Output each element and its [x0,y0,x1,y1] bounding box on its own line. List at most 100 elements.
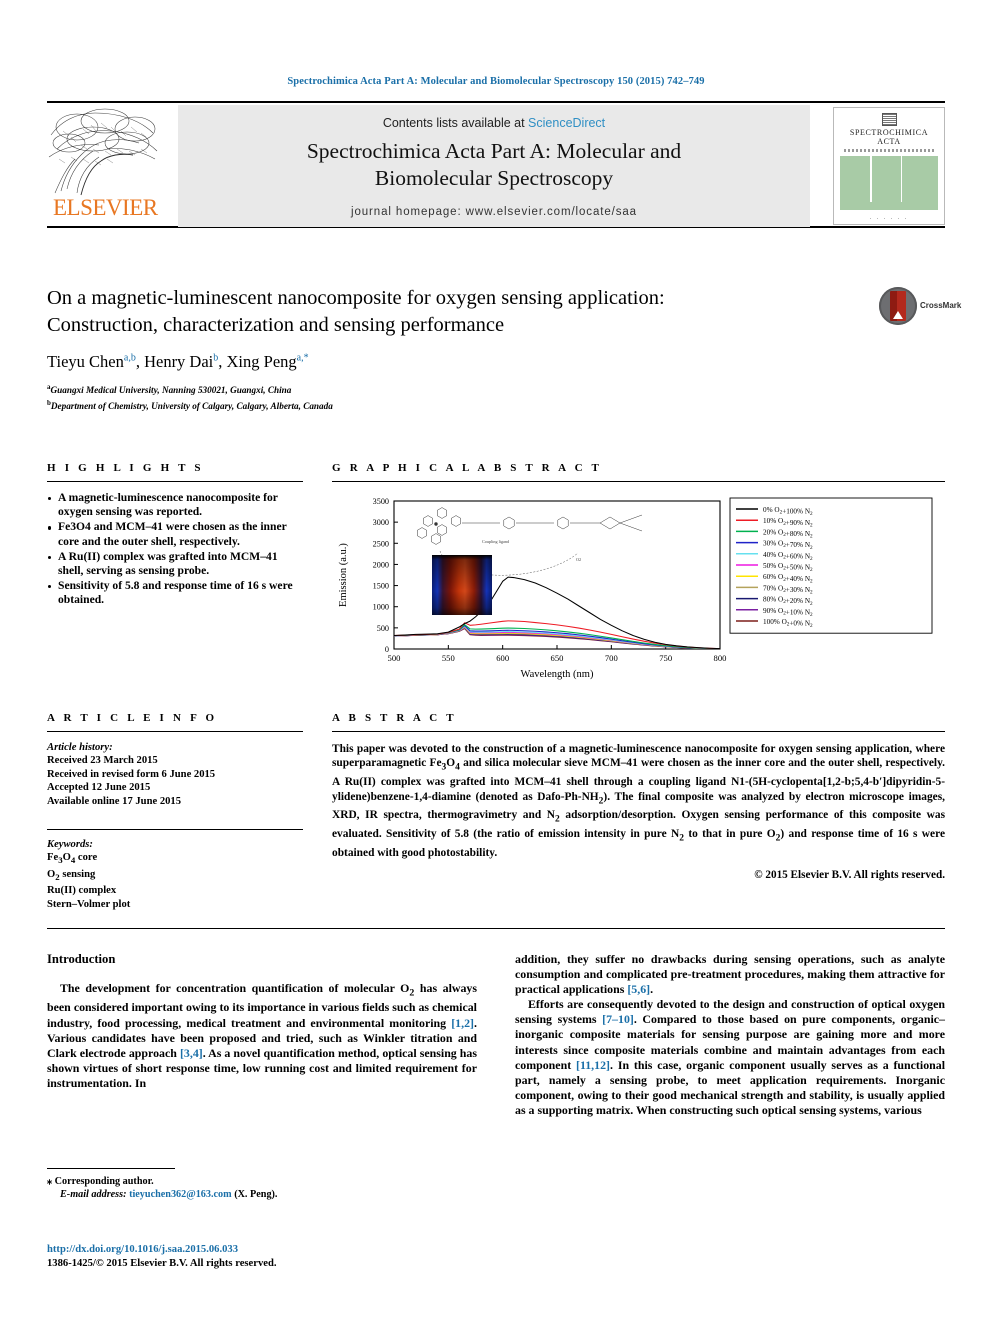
highlights-heading: H I G H L I G H T S [47,462,204,474]
author-list: Tieyu Chena,b, Henry Daib, Xing Penga,* [47,352,309,371]
keywords-block: Keywords: Fe3O4 core O2 sensing Ru(II) c… [47,820,303,911]
author-3-affil-marker: a,* [296,352,309,364]
journal-cover-thumbnail: SPECTROCHIMICA ACTA . . . . . . [833,107,945,225]
svg-text:500: 500 [388,653,401,663]
cover-artwork [840,156,938,210]
crossmark-icon [879,287,917,325]
journal-title-line1: Spectrochimica Acta Part A: Molecular an… [306,139,682,163]
title-block: On a magnetic-luminescent nanocomposite … [47,285,961,412]
keyword-3: Ru(II) complex [47,885,117,897]
abstract-heading: A B S T R A C T [332,712,457,724]
cover-header: SPECTROCHIMICA ACTA [840,113,938,152]
affiliation-b: bDepartment of Chemistry, University of … [47,397,945,413]
abstract-copyright: © 2015 Elsevier B.V. All rights reserved… [754,868,945,881]
crossmark-label: CrossMark [920,301,962,310]
doi-link[interactable]: http://dx.doi.org/10.1016/j.saa.2015.06.… [47,1243,477,1257]
author-2-affil-marker: b [213,352,219,364]
email-label: E-mail address: [60,1189,127,1201]
history-item-1: Received 23 March 2015 [47,755,158,767]
email-link[interactable]: tieyuchen362@163.com [129,1189,232,1200]
highlights-column: H I G H L I G H T S A magnetic-luminesce… [47,462,303,609]
crossmark-arrow-icon [893,311,903,319]
contents-line: Contents lists available at ScienceDirec… [178,116,810,130]
svg-text:O2: O2 [576,557,581,562]
highlight-text-2: Fe3O4 and MCM–41 were chosen as the inne… [58,520,287,548]
crossmark-badge[interactable]: CrossMark [879,287,961,327]
keyword-1: Fe3O4 core [47,852,98,866]
author-2[interactable]: Henry Daib [144,352,218,371]
doi-block: http://dx.doi.org/10.1016/j.saa.2015.06.… [47,1243,477,1271]
sciencedirect-link[interactable]: ScienceDirect [528,116,605,130]
affiliation-a: aGuangxi Medical University, Nanning 530… [47,381,945,397]
corresponding-marker: ⁎ [47,1176,53,1187]
highlights-rule [47,481,303,482]
list-item: Sensitivity of 5.8 and response time of … [47,579,303,607]
history-item-3: Accepted 12 June 2015 [47,782,151,794]
cover-title-line1: SPECTROCHIMICA [849,128,929,137]
cover-emblem-icon [881,113,897,126]
svg-text:550: 550 [442,653,455,663]
author-2-name: Henry Dai [144,352,214,371]
svg-text:800: 800 [714,653,727,663]
citation-1-2[interactable]: [1,2] [451,1016,474,1030]
highlight-text-1: A magnetic-luminescence nanocomposite fo… [58,491,278,519]
list-item: Fe3O4 and MCM–41 were chosen as the inne… [47,520,303,548]
intro-paragraph-right-1: addition, they suffer no drawbacks durin… [515,952,945,997]
running-head: Spectrochimica Acta Part A: Molecular an… [287,76,705,87]
graphical-abstract-heading: G R A P H I C A L A B S T R A C T [332,462,603,474]
affiliation-a-text: Guangxi Medical University, Nanning 5300… [50,385,292,396]
highlight-text-3: A Ru(II) complex was grafted into MCM–41… [58,549,278,578]
citation-5-6[interactable]: [5,6] [627,982,650,996]
author-3[interactable]: Xing Penga,* [227,352,309,371]
emission-spectra-chart: 0500100015002000250030003500500 550 600 650… [338,497,933,680]
svg-text:1000: 1000 [373,603,389,612]
corresponding-author-text: Corresponding author. [54,1176,154,1187]
svg-text:3500: 3500 [373,497,389,506]
citation-3-4[interactable]: [3,4] [180,1046,203,1060]
svg-text:Emission (a.u.): Emission (a.u.) [338,543,349,607]
keywords-list: Keywords: Fe3O4 core O2 sensing Ru(II) c… [47,838,303,911]
svg-text:1500: 1500 [373,582,389,591]
cover-title-line2: ACTA [877,137,901,146]
svg-text:3000: 3000 [373,518,389,527]
affiliation-list: aGuangxi Medical University, Nanning 530… [47,381,945,412]
svg-text:500: 500 [377,624,389,633]
elsevier-tree-logo: ELSEVIER [47,105,169,227]
journal-homepage[interactable]: journal homepage: www.elsevier.com/locat… [178,206,810,218]
journal-title-line2: Biomolecular Spectroscopy [374,166,614,190]
affiliation-b-text: Department of Chemistry, University of C… [50,400,333,411]
intro-paragraph-right-2: Efforts are consequently devoted to the … [515,997,946,1117]
svg-text:700: 700 [605,653,618,663]
body-separator-rule [47,928,945,929]
svg-text:650: 650 [551,653,564,663]
keyword-2: O2 sensing [47,868,96,883]
svg-text:2500: 2500 [373,539,389,548]
citation-7-10[interactable]: [7–10] [602,1012,634,1026]
author-1[interactable]: Tieyu Chena,b [47,352,136,371]
graphical-abstract-figure: 0 500 1000 1500 2000 2500 3000 3500 500 550 600 650… [332,491,945,686]
masthead-banner: Contents lists available at ScienceDirec… [178,105,810,227]
keyword-4: Stern–Volmer plot [47,898,131,910]
cover-footer-dots: . . . . . . [869,215,909,221]
svg-text:2000: 2000 [373,560,389,569]
citation-11-12[interactable]: [11,12] [576,1058,610,1072]
author-1-name: Tieyu Chen [47,352,124,371]
history-item-2: Received in revised form 6 June 2015 [47,768,216,780]
article-history-label: Article history: [47,742,113,753]
journal-masthead: ELSEVIER Contents lists available at Sci… [47,101,945,228]
highlights-list: A magnetic-luminescence nanocomposite fo… [47,491,303,608]
svg-text:Coupling ligand: Coupling ligand [482,539,510,544]
intro-paragraph-left: The development for concentration quanti… [47,981,477,1090]
elsevier-wordmark: ELSEVIER [53,195,158,220]
body-section: Introduction The development for concent… [47,928,945,1117]
history-item-4: Available online 17 June 2015 [47,795,182,807]
journal-title: Spectrochimica Acta Part A: Molecular an… [178,138,810,192]
article-history: Article history: Received 23 March 2015 … [47,741,303,808]
issn-copyright-line: 1386-1425/© 2015 Elsevier B.V. All right… [47,1258,277,1269]
footnote-block: ⁎ Corresponding author. E-mail address: … [47,1168,477,1202]
article-info-rule [47,731,303,732]
svg-text:600: 600 [496,653,509,663]
email-suffix: (X. Peng). [234,1189,278,1201]
page-title: On a magnetic-luminescent nanocomposite … [47,287,665,336]
keywords-label: Keywords: [47,839,93,851]
